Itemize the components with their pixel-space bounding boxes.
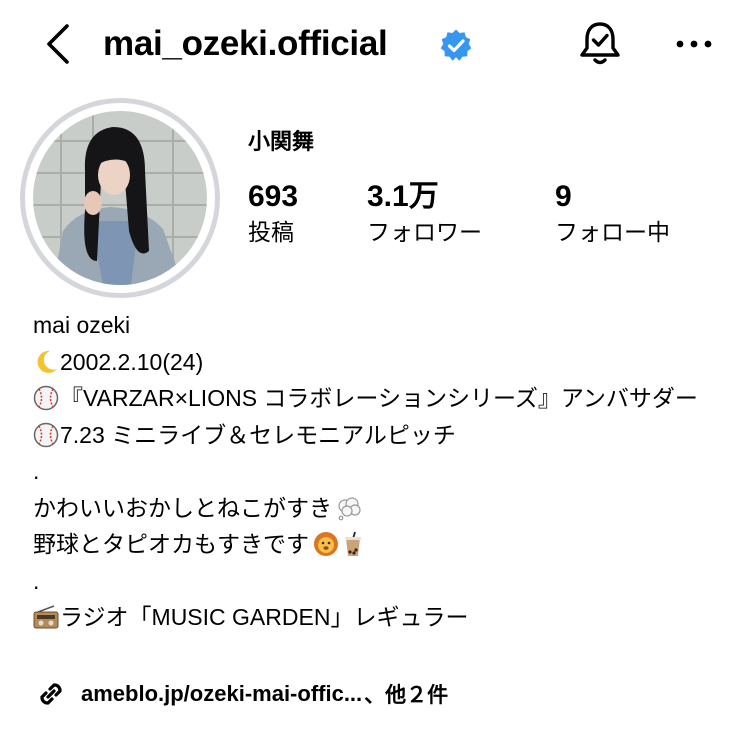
followers-count-label: フォロワー [367, 220, 482, 246]
bio-line: 7.23 ミニライブ＆セレモニアルピッチ [33, 417, 733, 454]
bio-line: . [33, 458, 40, 484]
bio-line: かわいいおかしとねこがすき [33, 490, 733, 527]
following-count-label: フォロー中 [555, 220, 670, 246]
bio-line: mai ozeki [33, 312, 131, 338]
bio-line: 『VARZAR×LIONS コラボレーションシリーズ』アンバサダー [33, 380, 733, 417]
bio-line: ラジオ「MUSIC GARDEN」レギュラー [33, 599, 733, 636]
profile-display-name: 小関舞 [248, 130, 315, 155]
chevron-left-icon [47, 24, 69, 64]
followers-count-value: 3.1万 [367, 180, 439, 213]
bubble-tea-icon [345, 531, 361, 556]
link-icon [40, 683, 62, 705]
profile-username: mai_ozeki.official [103, 24, 388, 63]
following-count-value: 9 [555, 180, 572, 213]
posts-count-value: 693 [248, 180, 299, 213]
bio-line: 2002.2.10(24) [33, 344, 733, 381]
link-url[interactable]: ameblo.jp/ozeki-mai-offic... [81, 681, 362, 707]
posts-count-label: 投稿 [248, 220, 294, 246]
following-count[interactable]: 9 フォロー中 [555, 178, 670, 250]
profile-link[interactable]: ameblo.jp/ozeki-mai-offic... 、他２件 [33, 674, 448, 714]
notifications-button[interactable] [576, 18, 624, 70]
crescent-moon-icon [37, 350, 57, 373]
baseball-icon [33, 422, 59, 447]
baseball-icon [33, 385, 59, 411]
thought-bubble-icon [338, 496, 361, 520]
bell-check-icon [580, 22, 620, 65]
link-more-count[interactable]: 、他２件 [364, 679, 448, 709]
profile-header: mai_ozeki.official [0, 0, 750, 92]
profile-photo [33, 111, 207, 285]
more-options-button[interactable] [668, 24, 720, 64]
radio-icon [33, 605, 59, 629]
more-horizontal-icon [676, 40, 712, 48]
bio-line: . [33, 567, 40, 594]
verified-badge-icon [440, 29, 472, 61]
posts-count[interactable]: 693 投稿 [248, 178, 298, 250]
profile-bio: mai ozeki 2002.2.10(24) 『VARZAR×LIONS コラ… [33, 307, 733, 636]
bio-line: 野球とタピオカもすきです [33, 526, 733, 563]
lion-face-icon [314, 532, 338, 556]
avatar[interactable] [33, 111, 207, 285]
back-button[interactable] [36, 20, 80, 68]
followers-count[interactable]: 3.1万 フォロワー [367, 178, 482, 250]
